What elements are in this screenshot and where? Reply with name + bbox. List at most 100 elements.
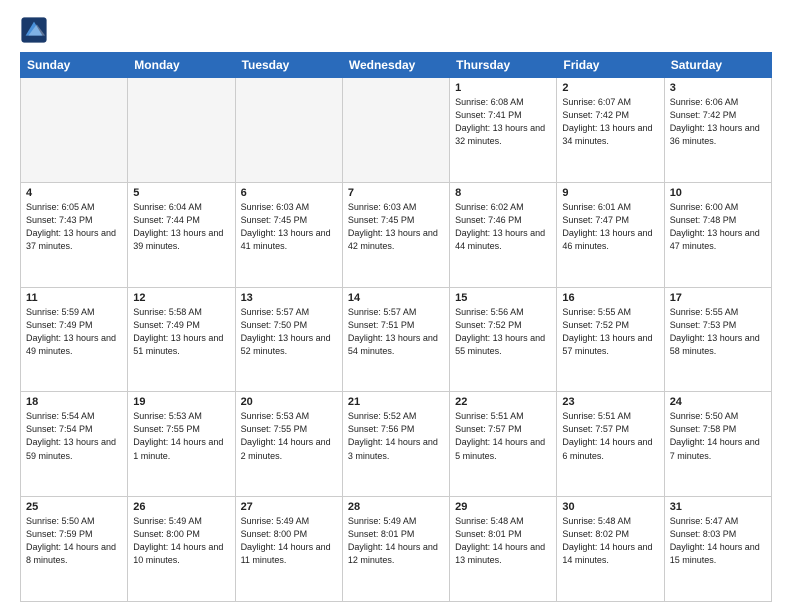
day-info: Sunrise: 5:49 AMSunset: 8:00 PMDaylight:…: [133, 515, 229, 567]
day-info: Sunrise: 6:05 AMSunset: 7:43 PMDaylight:…: [26, 201, 122, 253]
calendar-cell: 5 Sunrise: 6:04 AMSunset: 7:44 PMDayligh…: [128, 182, 235, 287]
day-number: 14: [348, 292, 444, 304]
calendar-cell: 12 Sunrise: 5:58 AMSunset: 7:49 PMDaylig…: [128, 287, 235, 392]
calendar-cell: 3 Sunrise: 6:06 AMSunset: 7:42 PMDayligh…: [664, 78, 771, 183]
day-number: 18: [26, 396, 122, 408]
week-row-4: 18 Sunrise: 5:54 AMSunset: 7:54 PMDaylig…: [21, 392, 772, 497]
day-number: 31: [670, 501, 766, 513]
day-info: Sunrise: 5:52 AMSunset: 7:56 PMDaylight:…: [348, 410, 444, 462]
day-info: Sunrise: 5:51 AMSunset: 7:57 PMDaylight:…: [455, 410, 551, 462]
day-number: 26: [133, 501, 229, 513]
day-number: 24: [670, 396, 766, 408]
week-row-3: 11 Sunrise: 5:59 AMSunset: 7:49 PMDaylig…: [21, 287, 772, 392]
day-info: Sunrise: 6:04 AMSunset: 7:44 PMDaylight:…: [133, 201, 229, 253]
day-info: Sunrise: 6:06 AMSunset: 7:42 PMDaylight:…: [670, 96, 766, 148]
calendar-cell: 15 Sunrise: 5:56 AMSunset: 7:52 PMDaylig…: [450, 287, 557, 392]
calendar-cell: 26 Sunrise: 5:49 AMSunset: 8:00 PMDaylig…: [128, 497, 235, 602]
day-info: Sunrise: 5:55 AMSunset: 7:52 PMDaylight:…: [562, 306, 658, 358]
header: [20, 16, 772, 44]
day-info: Sunrise: 5:47 AMSunset: 8:03 PMDaylight:…: [670, 515, 766, 567]
day-info: Sunrise: 6:03 AMSunset: 7:45 PMDaylight:…: [241, 201, 337, 253]
weekday-header-thursday: Thursday: [450, 53, 557, 78]
weekday-header-friday: Friday: [557, 53, 664, 78]
week-row-2: 4 Sunrise: 6:05 AMSunset: 7:43 PMDayligh…: [21, 182, 772, 287]
day-info: Sunrise: 6:07 AMSunset: 7:42 PMDaylight:…: [562, 96, 658, 148]
day-number: 3: [670, 82, 766, 94]
calendar-body: 1 Sunrise: 6:08 AMSunset: 7:41 PMDayligh…: [21, 78, 772, 602]
day-number: 19: [133, 396, 229, 408]
day-info: Sunrise: 5:49 AMSunset: 8:01 PMDaylight:…: [348, 515, 444, 567]
calendar-cell: 16 Sunrise: 5:55 AMSunset: 7:52 PMDaylig…: [557, 287, 664, 392]
day-number: 20: [241, 396, 337, 408]
calendar-cell: 28 Sunrise: 5:49 AMSunset: 8:01 PMDaylig…: [342, 497, 449, 602]
day-info: Sunrise: 5:54 AMSunset: 7:54 PMDaylight:…: [26, 410, 122, 462]
day-info: Sunrise: 6:08 AMSunset: 7:41 PMDaylight:…: [455, 96, 551, 148]
weekday-row: SundayMondayTuesdayWednesdayThursdayFrid…: [21, 53, 772, 78]
day-number: 30: [562, 501, 658, 513]
day-number: 4: [26, 187, 122, 199]
calendar-cell: 2 Sunrise: 6:07 AMSunset: 7:42 PMDayligh…: [557, 78, 664, 183]
day-number: 6: [241, 187, 337, 199]
day-info: Sunrise: 6:01 AMSunset: 7:47 PMDaylight:…: [562, 201, 658, 253]
calendar-table: SundayMondayTuesdayWednesdayThursdayFrid…: [20, 52, 772, 602]
page: SundayMondayTuesdayWednesdayThursdayFrid…: [0, 0, 792, 612]
day-info: Sunrise: 6:02 AMSunset: 7:46 PMDaylight:…: [455, 201, 551, 253]
day-number: 1: [455, 82, 551, 94]
calendar-header: SundayMondayTuesdayWednesdayThursdayFrid…: [21, 53, 772, 78]
calendar-cell: 10 Sunrise: 6:00 AMSunset: 7:48 PMDaylig…: [664, 182, 771, 287]
day-info: Sunrise: 5:57 AMSunset: 7:50 PMDaylight:…: [241, 306, 337, 358]
day-number: 22: [455, 396, 551, 408]
day-number: 10: [670, 187, 766, 199]
calendar-cell: 20 Sunrise: 5:53 AMSunset: 7:55 PMDaylig…: [235, 392, 342, 497]
day-number: 23: [562, 396, 658, 408]
day-info: Sunrise: 5:50 AMSunset: 7:58 PMDaylight:…: [670, 410, 766, 462]
logo: [20, 16, 52, 44]
calendar-cell: 21 Sunrise: 5:52 AMSunset: 7:56 PMDaylig…: [342, 392, 449, 497]
day-number: 5: [133, 187, 229, 199]
calendar-cell: 1 Sunrise: 6:08 AMSunset: 7:41 PMDayligh…: [450, 78, 557, 183]
calendar-cell: 8 Sunrise: 6:02 AMSunset: 7:46 PMDayligh…: [450, 182, 557, 287]
day-number: 9: [562, 187, 658, 199]
calendar-cell: 25 Sunrise: 5:50 AMSunset: 7:59 PMDaylig…: [21, 497, 128, 602]
day-info: Sunrise: 5:48 AMSunset: 8:02 PMDaylight:…: [562, 515, 658, 567]
weekday-header-monday: Monday: [128, 53, 235, 78]
calendar-cell: [235, 78, 342, 183]
day-info: Sunrise: 5:49 AMSunset: 8:00 PMDaylight:…: [241, 515, 337, 567]
calendar-cell: 23 Sunrise: 5:51 AMSunset: 7:57 PMDaylig…: [557, 392, 664, 497]
day-number: 25: [26, 501, 122, 513]
day-info: Sunrise: 5:55 AMSunset: 7:53 PMDaylight:…: [670, 306, 766, 358]
day-info: Sunrise: 5:53 AMSunset: 7:55 PMDaylight:…: [133, 410, 229, 462]
day-info: Sunrise: 5:59 AMSunset: 7:49 PMDaylight:…: [26, 306, 122, 358]
calendar-cell: 17 Sunrise: 5:55 AMSunset: 7:53 PMDaylig…: [664, 287, 771, 392]
calendar-cell: 7 Sunrise: 6:03 AMSunset: 7:45 PMDayligh…: [342, 182, 449, 287]
day-info: Sunrise: 6:03 AMSunset: 7:45 PMDaylight:…: [348, 201, 444, 253]
calendar-cell: [342, 78, 449, 183]
day-number: 13: [241, 292, 337, 304]
day-number: 29: [455, 501, 551, 513]
calendar-cell: 6 Sunrise: 6:03 AMSunset: 7:45 PMDayligh…: [235, 182, 342, 287]
weekday-header-wednesday: Wednesday: [342, 53, 449, 78]
day-number: 8: [455, 187, 551, 199]
calendar-cell: 31 Sunrise: 5:47 AMSunset: 8:03 PMDaylig…: [664, 497, 771, 602]
calendar-cell: 19 Sunrise: 5:53 AMSunset: 7:55 PMDaylig…: [128, 392, 235, 497]
day-number: 2: [562, 82, 658, 94]
logo-icon: [20, 16, 48, 44]
week-row-1: 1 Sunrise: 6:08 AMSunset: 7:41 PMDayligh…: [21, 78, 772, 183]
calendar-cell: 22 Sunrise: 5:51 AMSunset: 7:57 PMDaylig…: [450, 392, 557, 497]
day-info: Sunrise: 5:58 AMSunset: 7:49 PMDaylight:…: [133, 306, 229, 358]
day-info: Sunrise: 5:53 AMSunset: 7:55 PMDaylight:…: [241, 410, 337, 462]
calendar-cell: 9 Sunrise: 6:01 AMSunset: 7:47 PMDayligh…: [557, 182, 664, 287]
day-number: 16: [562, 292, 658, 304]
day-number: 17: [670, 292, 766, 304]
calendar-cell: 11 Sunrise: 5:59 AMSunset: 7:49 PMDaylig…: [21, 287, 128, 392]
day-info: Sunrise: 5:57 AMSunset: 7:51 PMDaylight:…: [348, 306, 444, 358]
calendar-cell: 18 Sunrise: 5:54 AMSunset: 7:54 PMDaylig…: [21, 392, 128, 497]
day-info: Sunrise: 5:56 AMSunset: 7:52 PMDaylight:…: [455, 306, 551, 358]
day-number: 11: [26, 292, 122, 304]
calendar-cell: 4 Sunrise: 6:05 AMSunset: 7:43 PMDayligh…: [21, 182, 128, 287]
calendar-cell: 13 Sunrise: 5:57 AMSunset: 7:50 PMDaylig…: [235, 287, 342, 392]
day-number: 12: [133, 292, 229, 304]
weekday-header-tuesday: Tuesday: [235, 53, 342, 78]
day-info: Sunrise: 5:48 AMSunset: 8:01 PMDaylight:…: [455, 515, 551, 567]
day-number: 15: [455, 292, 551, 304]
